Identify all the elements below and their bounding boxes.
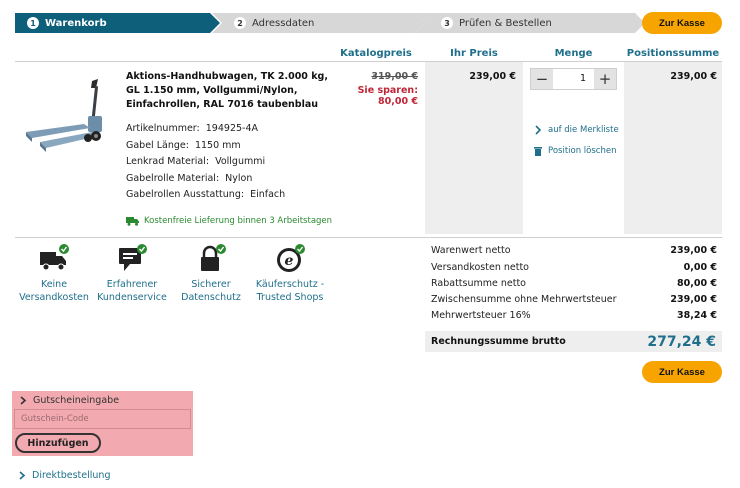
- delete-label: Position löschen: [548, 146, 617, 156]
- badge-label: Erfahrener: [106, 279, 158, 290]
- total-label: Mehrwertsteuer 16%: [431, 310, 531, 321]
- chevron-right-icon: [19, 471, 26, 480]
- attr-fork-length: Gabel Länge: 1150 mm: [126, 140, 241, 151]
- chat-icon: [119, 244, 147, 271]
- attr-value: 1150 mm: [194, 140, 241, 151]
- truck-icon: [126, 216, 139, 226]
- total-value: 239,00 €: [670, 245, 717, 256]
- voucher-code-input[interactable]: Gutschein-Code: [14, 409, 191, 429]
- badge-label: Kundenservice: [97, 292, 167, 303]
- voucher-heading: Gutscheineingabe: [33, 395, 120, 406]
- step-label: Adressdaten: [252, 17, 315, 29]
- direct-order-link[interactable]: Direktbestellung: [18, 470, 110, 481]
- total-value: 80,00 €: [677, 278, 717, 289]
- direct-order-label: Direktbestellung: [32, 470, 111, 481]
- grand-total-label: Rechnungssumme brutto: [431, 336, 566, 347]
- line-total-column-bg: [624, 62, 722, 234]
- total-row-shipping-net: Versandkosten netto 0,00 €: [431, 262, 717, 273]
- product-title[interactable]: Aktions-Handhubwagen, TK 2.000 kg, GL 1.…: [126, 70, 331, 112]
- trusted-shops-icon: e: [277, 244, 305, 272]
- badge-label: Trusted Shops: [256, 292, 324, 303]
- chevron-right-icon: [20, 396, 27, 405]
- badge-no-shipping-costs: Keine Versandkosten: [14, 244, 94, 304]
- total-row-discount-net: Rabattsumme netto 80,00 €: [431, 278, 717, 289]
- badge-label: Keine: [40, 279, 68, 290]
- step-number: 2: [234, 17, 246, 29]
- badge-trusted-shops[interactable]: e Käuferschutz - Trusted Shops: [250, 244, 330, 304]
- quantity-input[interactable]: 1: [553, 69, 594, 89]
- quantity-stepper: − 1 +: [530, 68, 617, 90]
- step-label: Prüfen & Bestellen: [459, 17, 552, 29]
- quantity-decrease-button[interactable]: −: [531, 69, 553, 89]
- badge-label: Versandkosten: [19, 292, 89, 303]
- step-number: 3: [441, 17, 453, 29]
- header-line-total: Positionssumme: [626, 48, 720, 59]
- header-divider: [15, 61, 722, 62]
- grand-total-row: Rechnungssumme brutto 277,24 €: [425, 331, 722, 352]
- attr-fork-roller-material: Gabelrolle Material: Nylon: [126, 173, 252, 184]
- step-review-order[interactable]: 3 Prüfen & Bestellen: [415, 13, 645, 33]
- attr-fork-roller-equipment: Gabelrollen Ausstattung: Einfach: [126, 189, 285, 200]
- free-shipping-note: Kostenfreie Lieferung binnen 3 Arbeitsta…: [126, 216, 332, 226]
- header-quantity: Menge: [554, 48, 593, 59]
- attr-value: Nylon: [225, 173, 253, 184]
- row-divider: [15, 237, 722, 238]
- truck-icon: [40, 244, 69, 271]
- badge-customer-service: Erfahrener Kundenservice: [92, 244, 172, 304]
- add-voucher-button[interactable]: Hinzufügen: [15, 433, 101, 453]
- attr-value: 194925-4A: [205, 123, 259, 134]
- badge-label: Käuferschutz -: [255, 279, 325, 290]
- your-price-value: 239,00 €: [469, 71, 516, 82]
- badge-data-protection: Sicherer Datenschutz: [171, 244, 251, 304]
- total-label: Rabattsumme netto: [431, 278, 526, 289]
- total-value: 38,24 €: [677, 310, 717, 321]
- header-catalog-price: Katalogpreis: [340, 48, 412, 59]
- attr-value: Einfach: [250, 189, 286, 200]
- step-number: 1: [27, 17, 39, 29]
- total-value: 0,00 €: [683, 262, 717, 273]
- checkout-steps: 1 Warenkorb 2 Adressdaten 3 Prüfen & Bes…: [15, 13, 645, 33]
- your-price-column-bg: [425, 62, 523, 234]
- total-label: Versandkosten netto: [431, 262, 529, 273]
- delete-position-link[interactable]: Position löschen: [533, 146, 616, 156]
- total-label: Warenwert netto: [431, 245, 511, 256]
- product-image-pallet-truck[interactable]: [22, 76, 114, 154]
- savings-text: Sie sparen: 80,00 €: [357, 85, 418, 107]
- add-to-wishlist-link[interactable]: auf die Merkliste: [533, 125, 619, 135]
- shipping-text: Kostenfreie Lieferung binnen 3 Arbeitsta…: [144, 216, 333, 226]
- voucher-panel: Gutscheineingabe Gutschein-Code Hinzufüg…: [12, 391, 193, 456]
- header-your-price: Ihr Preis: [450, 48, 498, 59]
- badge-label: Datenschutz: [181, 292, 241, 303]
- trash-icon: [534, 147, 542, 156]
- attr-label: Gabelrolle Material:: [126, 173, 220, 184]
- total-value: 239,00 €: [670, 294, 717, 305]
- attr-label: Gabel Länge:: [126, 140, 189, 151]
- chevron-right-icon: [535, 125, 542, 135]
- step-label: Warenkorb: [45, 17, 107, 29]
- quantity-increase-button[interactable]: +: [594, 69, 616, 89]
- total-row-subtotal: Zwischensumme ohne Mehrwertsteuer 239,00 …: [431, 294, 717, 305]
- attr-label: Artikelnummer:: [126, 123, 200, 134]
- step-cart[interactable]: 1 Warenkorb: [15, 13, 220, 33]
- line-total-value: 239,00 €: [670, 71, 717, 82]
- wishlist-label: auf die Merkliste: [548, 125, 619, 135]
- total-label: Zwischensumme ohne Mehrwertsteuer: [431, 294, 617, 305]
- catalog-price-old: 319,00 €: [371, 71, 418, 82]
- attr-label: Lenkrad Material:: [126, 156, 210, 167]
- voucher-toggle[interactable]: Gutscheineingabe: [19, 395, 119, 406]
- lock-icon: [201, 244, 226, 271]
- badge-label: Sicherer: [191, 279, 231, 290]
- checkout-button-bottom[interactable]: Zur Kasse: [642, 361, 722, 383]
- attr-value: Vollgummi: [215, 156, 266, 167]
- svg-text:e: e: [285, 253, 294, 269]
- checkout-button-top[interactable]: Zur Kasse: [642, 12, 722, 34]
- step-address[interactable]: 2 Adressdaten: [212, 13, 425, 33]
- total-row-goods-net: Warenwert netto 239,00 €: [431, 245, 717, 256]
- total-row-vat: Mehrwertsteuer 16% 38,24 €: [431, 310, 717, 321]
- attr-article-number: Artikelnummer: 194925-4A: [126, 123, 258, 134]
- attr-steering-wheel-material: Lenkrad Material: Vollgummi: [126, 156, 265, 167]
- attr-label: Gabelrollen Ausstattung:: [126, 189, 245, 200]
- grand-total-value: 277,24 €: [647, 333, 716, 350]
